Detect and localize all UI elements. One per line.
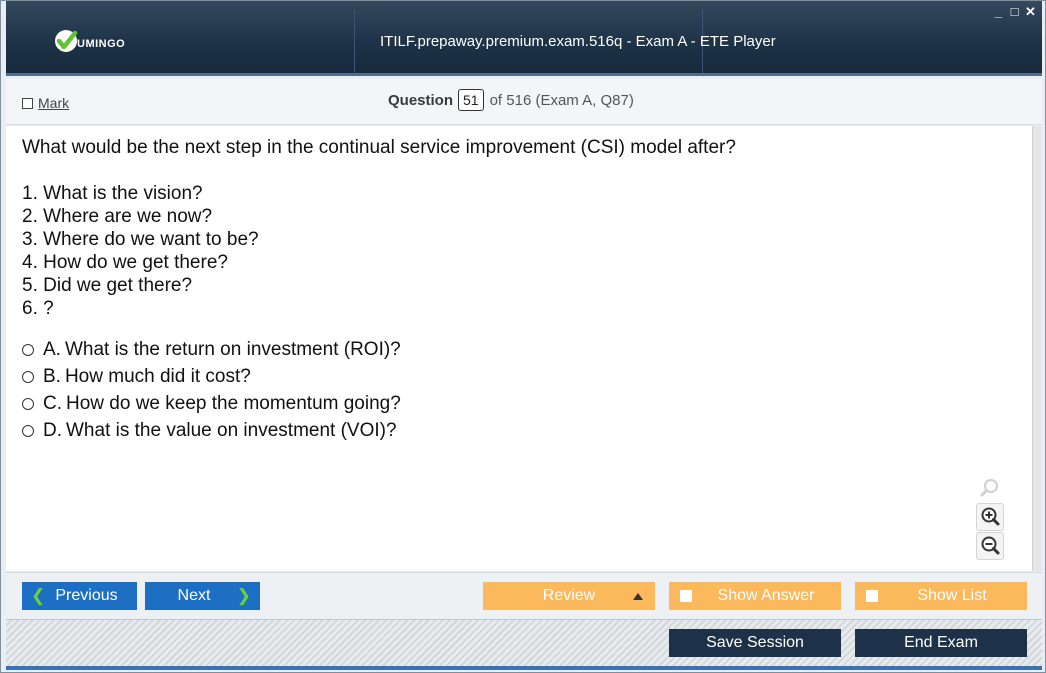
question-header: Mark Question 51 of 516 (Exam A, Q87) — [6, 79, 1042, 125]
save-session-button[interactable]: Save Session — [669, 629, 841, 657]
answer-letter: D. — [43, 419, 62, 441]
show-list-label: Show List — [917, 587, 987, 604]
chevron-right-icon: ❯ — [236, 586, 251, 605]
zoom-in-icon[interactable] — [976, 503, 1004, 531]
answer-option-b[interactable]: B. How much did it cost? — [22, 363, 401, 390]
review-label: Review — [542, 587, 596, 604]
zoom-toolbar — [976, 474, 1006, 561]
previous-button[interactable]: ❮ Previous — [22, 582, 137, 610]
list-item: 3. Where do we want to be? — [22, 229, 259, 250]
answer-text: How do we keep the momentum going? — [66, 392, 401, 414]
navigation-bar: ❮ Previous Next ❯ Review Show Answer Sho… — [6, 572, 1042, 618]
checkbox-icon[interactable] — [680, 590, 692, 602]
triangle-up-icon — [633, 592, 643, 600]
footer-accent-line — [6, 666, 1042, 670]
mark-checkbox[interactable]: Mark — [22, 95, 69, 111]
question-label: Question — [388, 91, 454, 109]
end-exam-button[interactable]: End Exam — [855, 629, 1027, 657]
vumingo-logo: UMINGO — [53, 27, 125, 55]
check-icon — [53, 28, 79, 54]
previous-label: Previous — [55, 587, 118, 604]
answer-text: How much did it cost? — [64, 365, 251, 387]
close-icon[interactable]: ✕ — [1025, 5, 1036, 18]
window-title: ITILF.prepaway.premium.exam.516q - Exam … — [380, 33, 776, 50]
list-item: 4. How do we get there? — [22, 252, 228, 273]
end-exam-label: End Exam — [904, 634, 978, 651]
answer-option-c[interactable]: C. How do we keep the momentum going? — [22, 390, 401, 417]
question-counter: Question 51 of 516 (Exam A, Q87) — [388, 89, 634, 111]
radio-button[interactable] — [22, 424, 34, 437]
answer-letter: C. — [43, 392, 62, 414]
radio-button[interactable] — [22, 343, 34, 356]
question-content: What would be the next step in the conti… — [6, 126, 1042, 571]
csi-steps-list: 1. What is the vision? 2. Where are we n… — [22, 182, 259, 320]
list-item: 5. Did we get there? — [22, 275, 193, 296]
chevron-left-icon: ❮ — [31, 586, 46, 605]
answer-text: What is the value on investment (VOI)? — [66, 419, 397, 441]
answer-letter: A. — [43, 338, 61, 360]
list-item: 1. What is the vision? — [22, 183, 203, 204]
show-list-button[interactable]: Show List — [855, 582, 1027, 610]
show-answer-button[interactable]: Show Answer — [669, 582, 841, 610]
review-button[interactable]: Review — [483, 582, 655, 610]
list-item: 6. ? — [22, 298, 54, 319]
list-item: 2. Where are we now? — [22, 206, 213, 227]
answer-options: A. What is the return on investment (ROI… — [22, 336, 401, 444]
next-button[interactable]: Next ❯ — [145, 582, 260, 610]
title-bar: UMINGO ITILF.prepaway.premium.exam.516q … — [6, 1, 1042, 76]
answer-text: What is the return on investment (ROI)? — [64, 338, 401, 360]
radio-button[interactable] — [22, 397, 34, 410]
scrollbar[interactable] — [1032, 126, 1042, 571]
app-window: UMINGO ITILF.prepaway.premium.exam.516q … — [0, 0, 1046, 673]
title-divider — [354, 9, 355, 73]
checkbox-icon[interactable] — [22, 97, 33, 109]
logo-text: UMINGO — [77, 38, 126, 50]
maximize-icon[interactable]: □ — [1009, 5, 1020, 18]
checkbox-icon[interactable] — [866, 590, 878, 602]
window-controls: _ □ ✕ — [993, 5, 1036, 18]
minimize-icon[interactable]: _ — [993, 5, 1004, 18]
question-text: What would be the next step in the conti… — [22, 137, 736, 158]
answer-option-d[interactable]: D. What is the value on investment (VOI)… — [22, 417, 401, 444]
mark-label: Mark — [38, 95, 70, 111]
question-total: of 516 (Exam A, Q87) — [489, 91, 634, 109]
next-label: Next — [177, 587, 211, 604]
bottom-bar: Save Session End Exam — [6, 619, 1042, 666]
radio-button[interactable] — [22, 370, 34, 383]
answer-letter: B. — [43, 365, 61, 387]
save-session-label: Save Session — [706, 634, 804, 651]
zoom-out-icon[interactable] — [976, 532, 1004, 560]
answer-option-a[interactable]: A. What is the return on investment (ROI… — [22, 336, 401, 363]
question-number-input[interactable]: 51 — [458, 89, 484, 111]
zoom-reset-icon[interactable] — [976, 474, 1004, 502]
show-answer-label: Show Answer — [717, 587, 815, 604]
